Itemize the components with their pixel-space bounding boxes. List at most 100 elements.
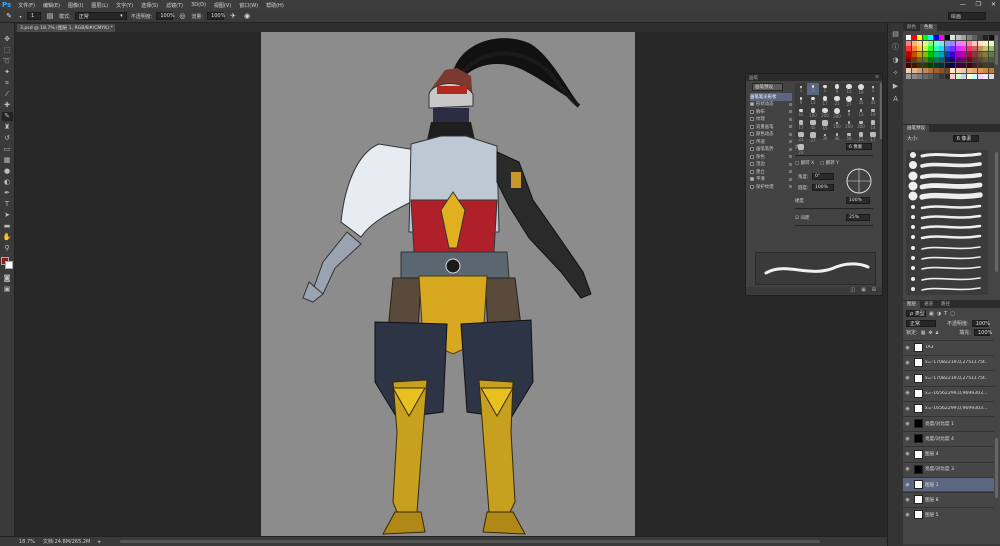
brush-tip[interactable]: 9	[843, 107, 855, 119]
swatch[interactable]	[917, 46, 922, 51]
brush-tip[interactable]: 11	[855, 131, 867, 143]
angle-roundness-widget[interactable]	[844, 166, 874, 196]
swatch[interactable]	[955, 62, 961, 68]
swatch[interactable]	[944, 57, 950, 62]
swatch[interactable]	[906, 62, 911, 68]
tab-color[interactable]: 颜色	[903, 24, 920, 31]
zoom-tool-icon[interactable]: ⚲	[2, 244, 13, 253]
lock-icon[interactable]	[789, 185, 792, 189]
brush-option-8[interactable]: 杂色	[750, 153, 792, 161]
swatches-scrollbar[interactable]	[995, 35, 998, 65]
brush-tip[interactable]: 200	[843, 119, 855, 131]
swatch[interactable]	[966, 62, 972, 68]
swatch[interactable]	[928, 73, 933, 79]
swatch[interactable]	[922, 57, 928, 62]
swatch[interactable]	[950, 57, 955, 62]
pressure-size-icon[interactable]: ◉	[242, 12, 252, 21]
eye-icon[interactable]: ◉	[903, 406, 912, 412]
pressure-opacity-icon[interactable]: ◎	[177, 12, 187, 21]
swatch[interactable]	[922, 62, 928, 68]
lock-icon[interactable]	[789, 117, 792, 121]
swatch[interactable]	[977, 57, 983, 62]
path-selection-tool-icon[interactable]: ➤	[2, 211, 13, 220]
lock-icon[interactable]	[789, 170, 792, 174]
brush-tip[interactable]: 100	[831, 119, 843, 131]
eye-icon[interactable]: ◉	[903, 512, 912, 518]
brush-preset-item[interactable]	[908, 232, 984, 242]
swatch[interactable]	[972, 57, 977, 62]
lock-icon[interactable]	[789, 162, 792, 166]
brush-preset-item[interactable]	[908, 191, 984, 201]
brush-option-2[interactable]: 散布	[750, 108, 792, 116]
brush-tip[interactable]: 27	[807, 131, 819, 143]
roundness-field[interactable]: 100%	[812, 184, 834, 191]
brush-tip[interactable]: 5	[819, 83, 831, 95]
swatch[interactable]	[961, 35, 966, 40]
brush-option-12[interactable]: 保护纹理	[750, 183, 792, 191]
swatch[interactable]	[933, 35, 939, 40]
menu-item-7[interactable]: 3D(D)	[187, 2, 210, 9]
brush-option-6[interactable]: 传递	[750, 138, 792, 146]
swatch[interactable]	[972, 35, 977, 40]
brush-tip[interactable]: 1	[795, 83, 807, 95]
swatch[interactable]	[988, 62, 994, 68]
eye-icon[interactable]: ◉	[903, 360, 912, 366]
brush-tip[interactable]: 9	[795, 95, 807, 107]
screen-mode-icon[interactable]: ▣	[2, 285, 13, 294]
layer-fill-field[interactable]: 100%	[973, 329, 992, 336]
swatch[interactable]	[928, 35, 933, 40]
layer-row[interactable]: ◉ 图层 1	[903, 476, 994, 492]
swatch[interactable]	[977, 46, 983, 51]
swatch[interactable]	[944, 68, 950, 73]
airbrush-icon[interactable]: ✈	[228, 12, 238, 21]
swatch[interactable]	[906, 57, 911, 62]
menu-item-4[interactable]: 文字(Y)	[112, 2, 137, 9]
color-swatches[interactable]	[1, 257, 13, 269]
swatch[interactable]	[988, 73, 994, 79]
swatch[interactable]	[933, 51, 939, 57]
filter-adjust-icon[interactable]: ◑	[937, 311, 941, 317]
swatch[interactable]	[961, 40, 966, 46]
swatch[interactable]	[950, 73, 955, 79]
layer-row[interactable]: ◉ TA3	[903, 340, 994, 355]
brush-preset-item[interactable]	[908, 202, 984, 212]
quick-mask-icon[interactable]: ◙	[2, 274, 13, 283]
menu-item-10[interactable]: 帮助(H)	[262, 2, 288, 9]
blend-mode-select[interactable]: 正常	[906, 320, 936, 327]
brush-size-field[interactable]: 6 像素	[952, 135, 979, 142]
layer-opacity-field[interactable]: 100%	[971, 320, 990, 327]
brush-option-5[interactable]: 颜色动态	[750, 131, 792, 139]
swatch[interactable]	[972, 68, 977, 73]
brush-tip[interactable]: 17	[867, 131, 879, 143]
swatch[interactable]	[917, 40, 922, 46]
swatch[interactable]	[911, 73, 917, 79]
spacing-checkbox[interactable]: ☑ 间距	[795, 215, 809, 221]
swatch[interactable]	[906, 68, 911, 73]
swatch[interactable]	[939, 46, 944, 51]
swatch[interactable]	[988, 51, 994, 57]
brush-preset-item[interactable]	[908, 263, 984, 273]
swatch[interactable]	[983, 40, 988, 46]
swatch[interactable]	[906, 35, 911, 40]
brush-tip[interactable]: 17	[819, 95, 831, 107]
brush-tip[interactable]: 19	[855, 83, 867, 95]
brush-option-9[interactable]: 湿边	[750, 161, 792, 169]
lock-icon[interactable]	[789, 132, 792, 136]
swatch[interactable]	[983, 73, 988, 79]
swatch[interactable]	[939, 73, 944, 79]
create-preset-icon[interactable]: ▣	[861, 287, 866, 295]
swatch[interactable]	[939, 68, 944, 73]
swatch[interactable]	[983, 62, 988, 68]
swatch[interactable]	[917, 73, 922, 79]
checkbox[interactable]	[750, 132, 754, 137]
spacing-slider[interactable]	[795, 225, 873, 226]
swatch[interactable]	[911, 40, 917, 46]
brush-option-3[interactable]: 纹理	[750, 116, 792, 124]
tab-channels[interactable]: 通道	[920, 301, 937, 308]
eye-icon[interactable]: ◉	[903, 375, 912, 381]
swatch[interactable]	[917, 57, 922, 62]
checkbox[interactable]	[750, 124, 754, 129]
character-panel-icon[interactable]: A	[890, 94, 901, 104]
swatch[interactable]	[911, 51, 917, 57]
swatch[interactable]	[928, 46, 933, 51]
